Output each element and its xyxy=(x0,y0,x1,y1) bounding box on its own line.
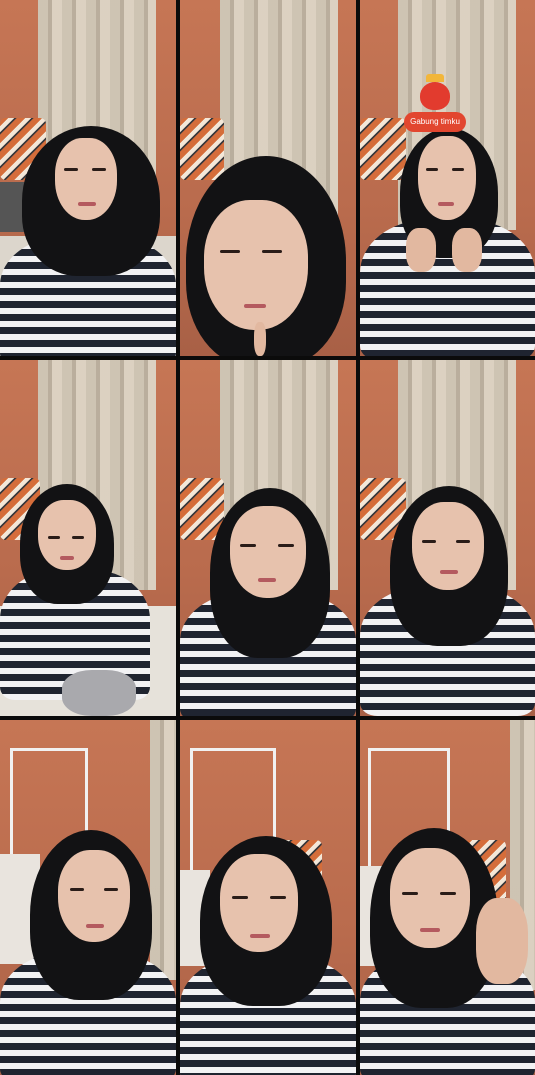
person xyxy=(0,360,176,716)
blanket xyxy=(62,670,136,716)
frame-r1c2 xyxy=(180,0,356,356)
frame-r1c3 xyxy=(360,0,535,356)
person xyxy=(180,0,356,356)
frame-r1c1 xyxy=(0,0,176,356)
person xyxy=(0,720,176,1075)
frame-r3c2 xyxy=(180,720,356,1075)
person xyxy=(180,360,356,716)
person xyxy=(360,720,535,1075)
person xyxy=(180,720,356,1075)
crown-icon xyxy=(426,74,444,82)
frame-r2c1 xyxy=(0,360,176,716)
video-collage-grid: Gabung timku xyxy=(0,0,535,1075)
frame-r3c3 xyxy=(360,720,535,1075)
heart-mascot-icon xyxy=(420,82,450,110)
frame-r2c3 xyxy=(360,360,535,716)
join-team-badge[interactable]: Gabung timku xyxy=(404,74,466,136)
person xyxy=(0,0,176,356)
frame-r2c2 xyxy=(180,360,356,716)
person xyxy=(360,360,535,716)
join-team-label: Gabung timku xyxy=(404,112,466,132)
person xyxy=(360,0,535,356)
frame-r3c1 xyxy=(0,720,176,1075)
